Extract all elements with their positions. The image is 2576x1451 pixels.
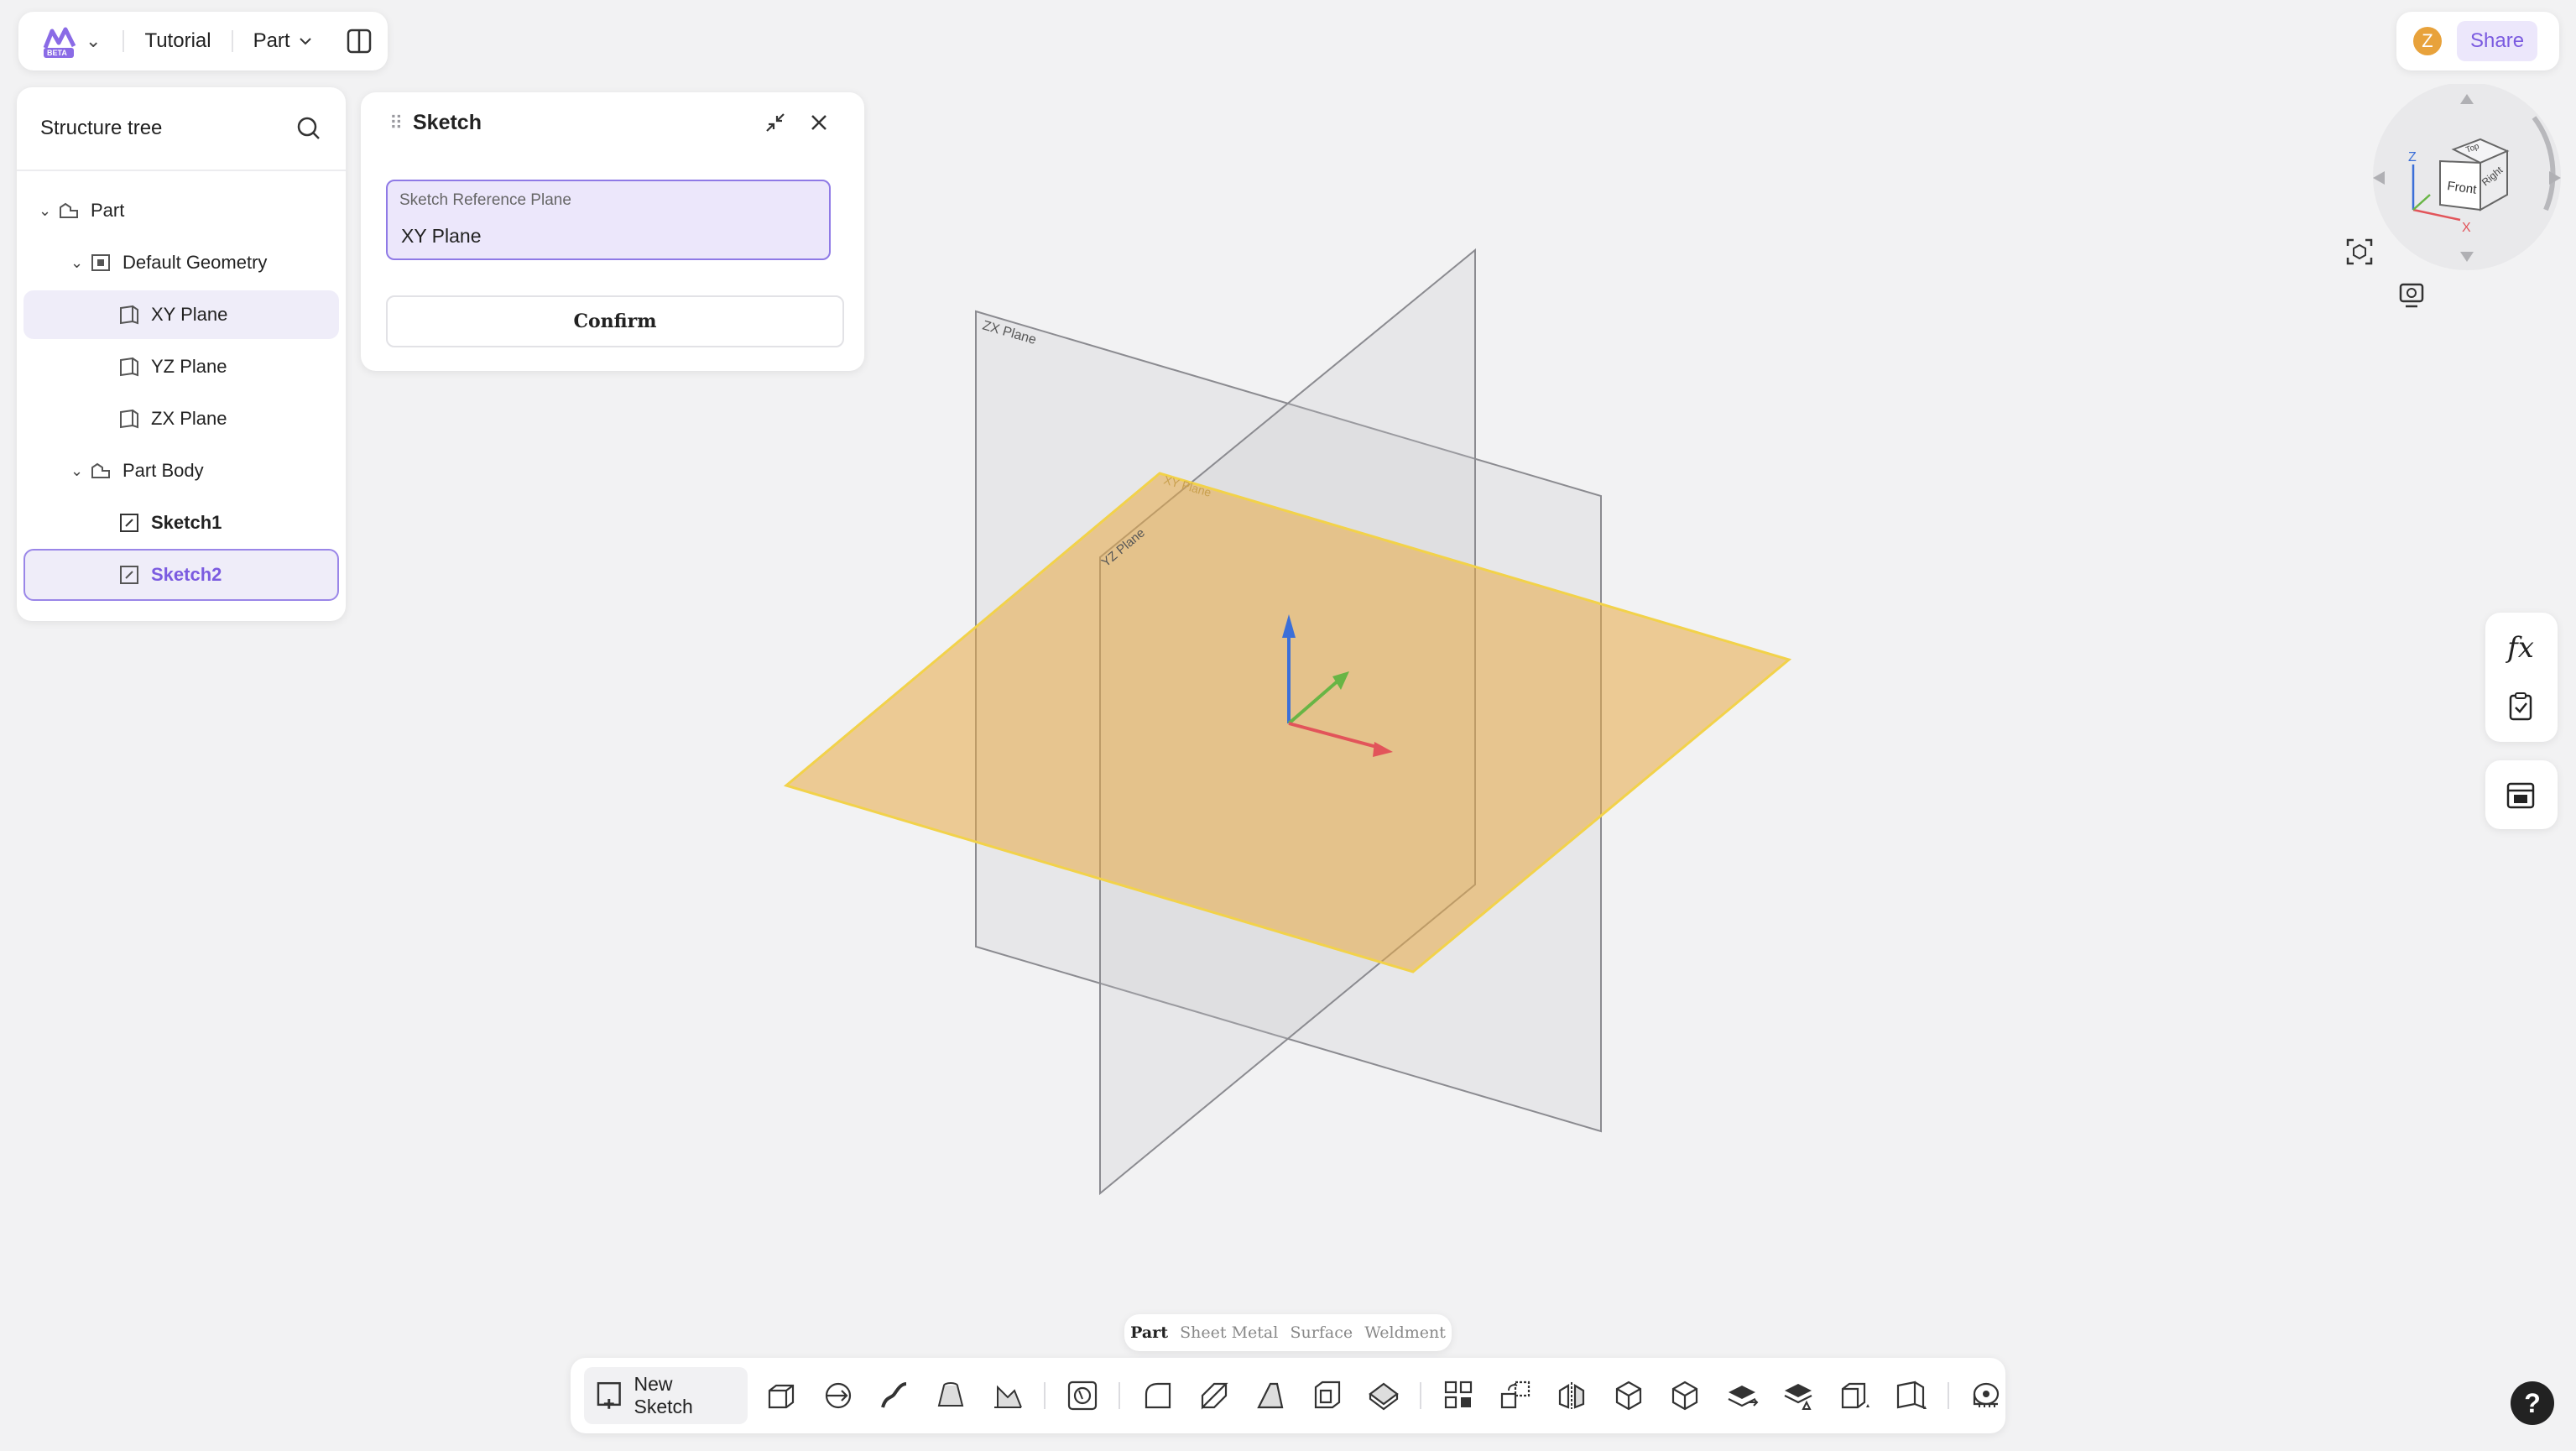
workbench-tabs: Part Sheet Metal Surface Weldment [1124,1314,1452,1351]
table-icon[interactable] [2502,777,2539,814]
tree-item-yz-plane[interactable]: YZ Plane [23,342,339,391]
boolean-icon[interactable] [1609,1376,1647,1415]
field-value: XY Plane [401,225,482,247]
user-header: Z Share [2396,12,2559,70]
project-title[interactable]: Tutorial [144,29,211,53]
tab-weldment[interactable]: Weldment [1364,1323,1446,1342]
sketch-icon [120,566,138,584]
tree-item-label: Default Geometry [123,252,268,273]
pattern-icon[interactable] [1440,1376,1478,1415]
tree-item-label: YZ Plane [151,356,227,377]
tab-sheet-metal[interactable]: Sheet Metal [1180,1323,1278,1342]
part-body-icon [91,462,110,478]
chevron-down-icon[interactable]: ⌄ [39,202,57,220]
sketch-dialog: ⠿ Sketch Sketch Reference Plane XY Plane… [361,92,864,371]
structure-tree-title: Structure tree [40,117,163,139]
formula-icon[interactable]: fx [2502,629,2539,666]
geometry-folder-icon [91,254,110,271]
tree-item-part-body[interactable]: ⌄ Part Body [23,446,339,495]
new-sketch-label: New Sketch [634,1373,693,1417]
tree-item-label: Part Body [123,460,204,481]
axis-z-label: Z [2408,150,2417,164]
dialog-title: Sketch [413,111,482,134]
sketch-icon [120,514,138,532]
hole-icon[interactable] [1064,1376,1102,1415]
plane-icon [120,357,138,377]
loft-icon[interactable] [932,1376,970,1415]
part-icon [60,202,78,218]
sketch-reference-plane-field[interactable]: Sketch Reference Plane XY Plane [386,180,831,260]
mirror-icon[interactable] [1553,1376,1591,1415]
help-button[interactable]: ? [2511,1381,2554,1425]
search-icon[interactable] [295,115,322,142]
move-face-icon[interactable] [1723,1376,1760,1415]
top-header: BETA ⌄ Tutorial Part [18,12,388,70]
tree-item-label: Sketch1 [151,512,222,533]
plane-icon [120,409,138,429]
chevron-down-icon [299,38,311,45]
avatar[interactable]: Z [2413,27,2442,55]
thicken-icon[interactable] [1365,1376,1403,1415]
new-sketch-icon [597,1381,621,1409]
new-sketch-button[interactable]: New Sketch [584,1367,748,1424]
tree-item-label: Sketch2 [151,564,222,585]
replace-face-icon[interactable] [1779,1376,1817,1415]
beta-badge: BETA [47,49,67,57]
tree-item-label: ZX Plane [151,408,227,429]
tree-item-xy-plane[interactable]: XY Plane [23,290,339,339]
feature-toolbar: New Sketch [571,1358,2005,1433]
chevron-down-icon[interactable]: ⌄ [70,254,89,272]
right-tools-panel: fx [2485,613,2558,742]
plane-icon [120,305,138,325]
reference-plane-icon[interactable] [1892,1376,1930,1415]
checklist-icon[interactable] [2502,688,2539,725]
confirm-button[interactable]: Confirm [386,295,844,347]
transform-icon[interactable] [1496,1376,1534,1415]
chevron-down-icon[interactable]: ⌄ [70,462,89,480]
tree-item-default-geometry[interactable]: ⌄ Default Geometry [23,238,339,287]
render-mode-icon[interactable] [2393,277,2430,314]
tree-item-sketch1[interactable]: Sketch1 [23,498,339,547]
tree-item-zx-plane[interactable]: ZX Plane [23,394,339,443]
right-tools-panel-2 [2485,760,2558,829]
divider [1419,1382,1421,1409]
fillet-icon[interactable] [1139,1376,1176,1415]
panel-layout-icon[interactable] [346,28,373,55]
divider [1947,1382,1949,1409]
divider [231,30,233,52]
logo-menu-chevron-icon[interactable]: ⌄ [86,30,101,52]
shell-icon[interactable] [1308,1376,1346,1415]
tree-item-sketch2[interactable]: Sketch2 [23,549,339,601]
divider [1043,1382,1046,1409]
tab-part[interactable]: Part [1130,1323,1168,1342]
extrude-icon[interactable] [763,1376,800,1415]
sweep-icon[interactable] [875,1376,913,1415]
collapse-icon[interactable] [762,109,789,136]
divider [123,30,125,52]
structure-tree-panel: Structure tree ⌄ Part ⌄ Default Geometry… [17,87,346,621]
divider [1118,1382,1120,1409]
mode-label: Part [253,29,290,52]
axis-x-label: X [2462,221,2471,235]
fit-view-icon[interactable] [2341,233,2378,270]
tree-item-part[interactable]: ⌄ Part [23,186,339,235]
split-icon[interactable] [1836,1376,1874,1415]
mode-selector[interactable]: Part [253,29,312,53]
app-logo-icon[interactable]: BETA [40,23,81,60]
tree-item-label: XY Plane [151,304,228,325]
view-cube[interactable]: Top Front Right Z X [2366,84,2568,285]
revolve-icon[interactable] [819,1376,857,1415]
tab-surface[interactable]: Surface [1291,1323,1353,1342]
measure-icon[interactable] [1968,1376,2005,1415]
chamfer-icon[interactable] [1195,1376,1233,1415]
share-button[interactable]: Share [2457,21,2538,61]
drag-handle-icon[interactable]: ⠿ [389,112,403,134]
rib-icon[interactable] [988,1376,1026,1415]
close-icon[interactable] [806,109,832,136]
draft-icon[interactable] [1252,1376,1290,1415]
solid-body-icon[interactable] [1666,1376,1704,1415]
tree-item-label: Part [91,200,125,221]
field-label: Sketch Reference Plane [399,191,571,209]
